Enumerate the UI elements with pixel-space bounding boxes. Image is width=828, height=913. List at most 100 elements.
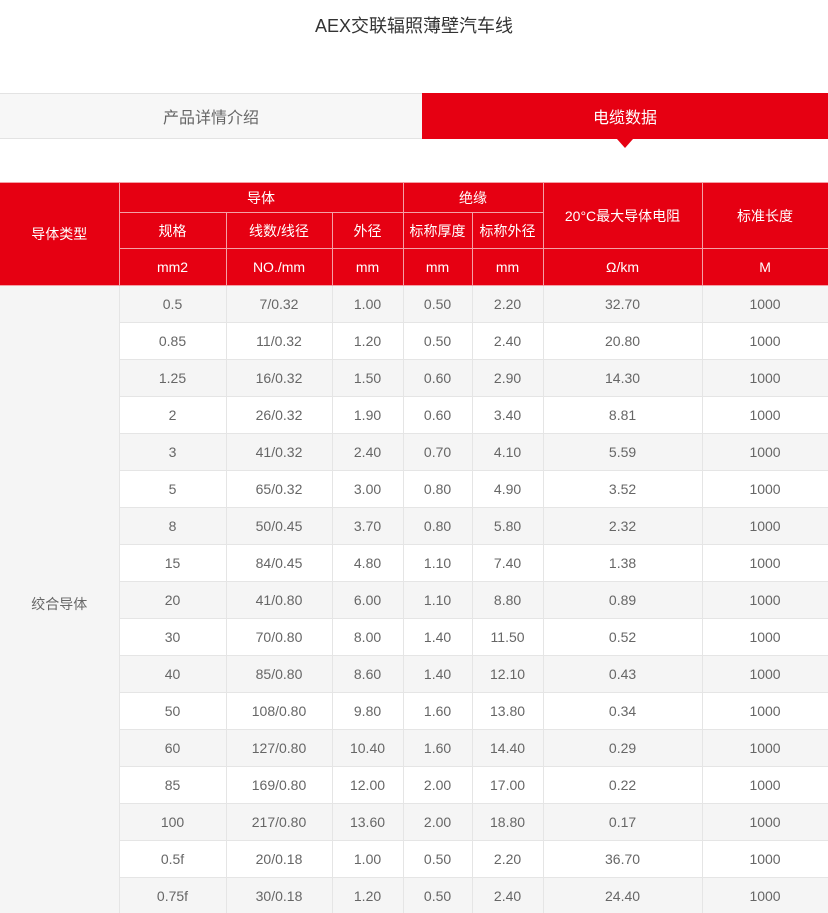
- cell-strands: 85/0.80: [225, 655, 333, 693]
- cell-strands: 127/0.80: [225, 729, 333, 767]
- cell-length: 1000: [701, 581, 828, 619]
- cell-resistance: 20.80: [542, 322, 703, 360]
- tab-cable-data-label: 电缆数据: [592, 110, 657, 127]
- tab-product-intro[interactable]: 产品详情介绍: [0, 94, 422, 138]
- cell-strands: 20/0.18: [225, 840, 333, 878]
- tab-bar: 产品详情介绍 电缆数据: [0, 93, 828, 148]
- table-row: 1.25 16/0.32 1.50 0.60 2.90 14.30 1000: [0, 359, 828, 397]
- table-row: 100 217/0.80 13.60 2.00 18.80 0.17 1000: [0, 803, 828, 841]
- cell-strands: 108/0.80: [225, 692, 333, 730]
- table-row: 5 65/0.32 3.00 0.80 4.90 3.52 1000: [0, 470, 828, 508]
- cell-outer-diameter: 1.20: [331, 322, 404, 360]
- cell-spec: 15: [118, 544, 227, 582]
- cell-spec: 2: [118, 396, 227, 434]
- cell-nominal-outer: 13.80: [471, 692, 544, 730]
- table-row: 0.75f 30/0.18 1.20 0.50 2.40 24.40 1000: [0, 877, 828, 913]
- cell-resistance: 0.34: [542, 692, 703, 730]
- header-resistance: 20°C最大导体电阻: [542, 182, 703, 249]
- cell-spec: 40: [118, 655, 227, 693]
- cell-thickness: 0.50: [402, 877, 473, 913]
- cell-spec: 60: [118, 729, 227, 767]
- cell-nominal-outer: 2.90: [471, 359, 544, 397]
- cell-nominal-outer: 18.80: [471, 803, 544, 841]
- table-row: 8 50/0.45 3.70 0.80 5.80 2.32 1000: [0, 507, 828, 545]
- cell-outer-diameter: 3.70: [331, 507, 404, 545]
- cell-thickness: 0.60: [402, 359, 473, 397]
- table-row: 30 70/0.80 8.00 1.40 11.50 0.52 1000: [0, 618, 828, 656]
- table-row: 绞合导体 0.5 7/0.32 1.00 0.50 2.20 32.70 1000: [0, 285, 828, 913]
- cell-thickness: 0.50: [402, 285, 473, 323]
- tab-cable-data[interactable]: 电缆数据: [422, 93, 828, 148]
- header-conductor-type: 导体类型: [0, 182, 120, 286]
- cell-thickness: 1.60: [402, 692, 473, 730]
- unit-length: M: [701, 248, 828, 286]
- unit-thickness: mm: [402, 248, 473, 286]
- cell-strands: 169/0.80: [225, 766, 333, 804]
- cell-spec: 100: [118, 803, 227, 841]
- cell-nominal-outer: 2.20: [471, 285, 544, 323]
- cell-outer-diameter: 2.40: [331, 433, 404, 471]
- cell-thickness: 1.40: [402, 618, 473, 656]
- cell-spec: 30: [118, 618, 227, 656]
- table-row: 20 41/0.80 6.00 1.10 8.80 0.89 1000: [0, 581, 828, 619]
- cell-nominal-outer: 2.40: [471, 877, 544, 913]
- cell-length: 1000: [701, 507, 828, 545]
- cell-spec: 8: [118, 507, 227, 545]
- cell-thickness: 0.80: [402, 470, 473, 508]
- unit-outer-diameter: mm: [331, 248, 404, 286]
- header-nominal-thickness: 标称厚度: [402, 212, 473, 249]
- cable-data-table-wrapper: 导体类型 导体 绝缘 20°C最大导体电阻 标准长度 规格 线数/线径 外径 标…: [0, 182, 828, 913]
- cell-length: 1000: [701, 433, 828, 471]
- cell-resistance: 14.30: [542, 359, 703, 397]
- unit-nominal-outer: mm: [471, 248, 544, 286]
- cell-outer-diameter: 1.90: [331, 396, 404, 434]
- cell-nominal-outer: 17.00: [471, 766, 544, 804]
- cell-thickness: 0.70: [402, 433, 473, 471]
- cell-resistance: 0.43: [542, 655, 703, 693]
- cell-strands: 41/0.32: [225, 433, 333, 471]
- cell-outer-diameter: 4.80: [331, 544, 404, 582]
- cell-nominal-outer: 14.40: [471, 729, 544, 767]
- cell-length: 1000: [701, 285, 828, 323]
- unit-strands: NO./mm: [225, 248, 333, 286]
- cell-strands: 11/0.32: [225, 322, 333, 360]
- cell-resistance: 24.40: [542, 877, 703, 913]
- cell-resistance: 8.81: [542, 396, 703, 434]
- cell-spec: 1.25: [118, 359, 227, 397]
- unit-spec: mm2: [118, 248, 227, 286]
- cell-spec: 20: [118, 581, 227, 619]
- cell-nominal-outer: 5.80: [471, 507, 544, 545]
- table-row: 50 108/0.80 9.80 1.60 13.80 0.34 1000: [0, 692, 828, 730]
- table-row: 15 84/0.45 4.80 1.10 7.40 1.38 1000: [0, 544, 828, 582]
- cell-length: 1000: [701, 359, 828, 397]
- cell-nominal-outer: 3.40: [471, 396, 544, 434]
- cell-nominal-outer: 7.40: [471, 544, 544, 582]
- cell-outer-diameter: 1.50: [331, 359, 404, 397]
- header-nominal-outer: 标称外径: [471, 212, 544, 249]
- cell-length: 1000: [701, 618, 828, 656]
- cell-thickness: 0.50: [402, 322, 473, 360]
- active-tab-arrow-icon: [617, 139, 633, 148]
- table-header: 导体类型 导体 绝缘 20°C最大导体电阻 标准长度 规格 线数/线径 外径 标…: [0, 182, 828, 286]
- header-insulation: 绝缘: [402, 182, 544, 213]
- table-row: 2 26/0.32 1.90 0.60 3.40 8.81 1000: [0, 396, 828, 434]
- cell-nominal-outer: 8.80: [471, 581, 544, 619]
- cell-nominal-outer: 4.90: [471, 470, 544, 508]
- table-row: 0.85 11/0.32 1.20 0.50 2.40 20.80 1000: [0, 322, 828, 360]
- cell-length: 1000: [701, 396, 828, 434]
- cell-nominal-outer: 2.20: [471, 840, 544, 878]
- cell-outer-diameter: 1.20: [331, 877, 404, 913]
- header-outer-diameter: 外径: [331, 212, 404, 249]
- table-row: 60 127/0.80 10.40 1.60 14.40 0.29 1000: [0, 729, 828, 767]
- cell-thickness: 1.10: [402, 544, 473, 582]
- cell-strands: 26/0.32: [225, 396, 333, 434]
- cell-strands: 50/0.45: [225, 507, 333, 545]
- header-strands: 线数/线径: [225, 212, 333, 249]
- cell-length: 1000: [701, 470, 828, 508]
- cell-strands: 7/0.32: [225, 285, 333, 323]
- cell-outer-diameter: 8.60: [331, 655, 404, 693]
- cell-resistance: 0.22: [542, 766, 703, 804]
- header-spec: 规格: [118, 212, 227, 249]
- cell-strands: 65/0.32: [225, 470, 333, 508]
- table-row: 40 85/0.80 8.60 1.40 12.10 0.43 1000: [0, 655, 828, 693]
